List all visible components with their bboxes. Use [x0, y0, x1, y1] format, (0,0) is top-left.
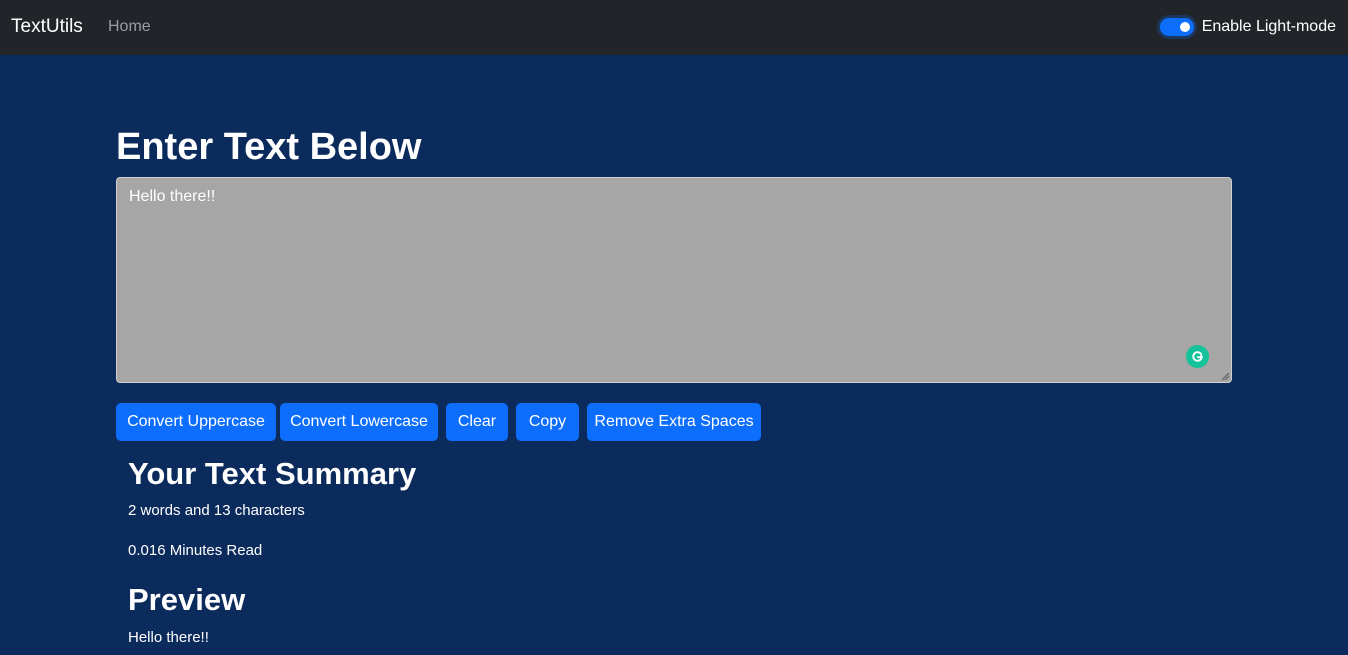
navbar: TextUtils Home Enable Light-mode — [0, 0, 1348, 55]
word-char-count: 2 words and 13 characters — [128, 502, 305, 519]
clear-button[interactable]: Clear — [446, 403, 508, 441]
toggle-label[interactable]: Enable Light-mode — [1202, 17, 1336, 37]
copy-button[interactable]: Copy — [516, 403, 579, 441]
grammarly-g-glyph — [1192, 351, 1203, 362]
read-time: 0.016 Minutes Read — [128, 542, 263, 559]
grammarly-icon[interactable] — [1186, 345, 1209, 368]
convert-lowercase-button[interactable]: Convert Lowercase — [280, 403, 438, 441]
toggle-switch-knob — [1179, 22, 1190, 32]
resize-grip-icon[interactable] — [1221, 372, 1230, 381]
preview-heading: Preview — [128, 582, 246, 617]
text-input-area[interactable] — [116, 177, 1232, 383]
preview-text: Hello there!! — [128, 629, 209, 646]
page-heading: Enter Text Below — [116, 126, 422, 168]
summary-heading: Your Text Summary — [128, 456, 417, 491]
convert-uppercase-button[interactable]: Convert Uppercase — [116, 403, 276, 441]
nav-link-home[interactable]: Home — [108, 17, 151, 37]
brand-logo-text[interactable]: TextUtils — [11, 14, 83, 40]
toggle-switch[interactable] — [1159, 18, 1194, 36]
remove-extra-spaces-button[interactable]: Remove Extra Spaces — [587, 403, 761, 441]
light-mode-toggle[interactable]: Enable Light-mode — [1159, 15, 1336, 39]
